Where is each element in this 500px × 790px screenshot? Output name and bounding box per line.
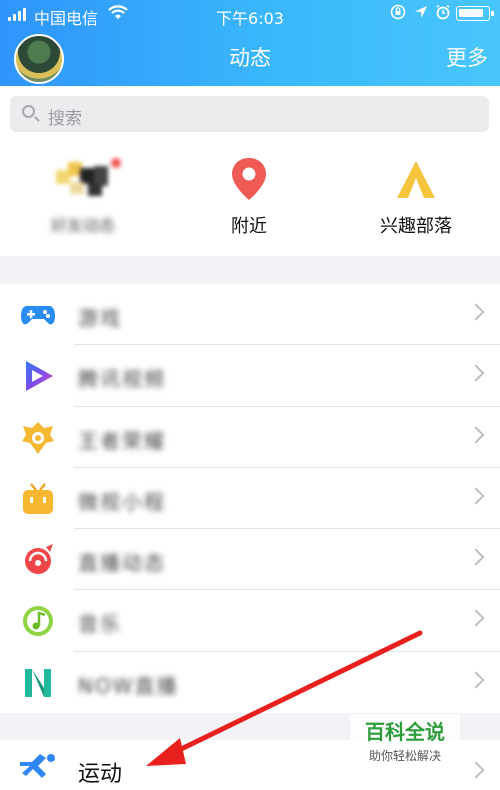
search-area: 搜索 [0, 86, 500, 138]
quick-action-friends[interactable]: 好友动态 [0, 138, 166, 256]
list-item-label: 音乐 [78, 612, 122, 637]
rotation-lock-icon [390, 4, 406, 24]
alarm-icon [435, 4, 451, 24]
top-header: 中国电信 下午6:03 动态 更多 [0, 0, 500, 86]
more-button[interactable]: 更多 [446, 42, 488, 72]
watermark: 百科全说 助你轻松解决 [350, 714, 460, 763]
list-item-label: 微视小程 [78, 489, 166, 514]
list-item-label: 游戏 [78, 306, 122, 330]
status-bar: 中国电信 下午6:03 [0, 0, 500, 28]
list-item-honor[interactable]: 王者荣耀 [0, 407, 500, 469]
music-note-icon [23, 606, 53, 637]
list-item-label: 直播动态 [78, 551, 166, 576]
list-item-now[interactable]: NOW直播 [0, 652, 500, 713]
chevron-right-icon [467, 303, 485, 321]
list-item-tv[interactable]: 微视小程 [0, 468, 500, 530]
tent-icon [397, 161, 435, 198]
runner-icon [20, 754, 55, 778]
chevron-right-icon [467, 487, 485, 505]
sport-label: 运动 [78, 762, 123, 787]
now-logo-icon [25, 668, 51, 697]
list-item-games[interactable]: 游戏 [0, 284, 500, 346]
quick-actions: 好友动态 附近 兴趣部落 [0, 138, 500, 256]
list-item-music[interactable]: 音乐 [0, 590, 500, 653]
chevron-right-icon [467, 671, 485, 689]
gamepad-icon [21, 306, 55, 325]
quick-action-label: 兴趣部落 [380, 216, 452, 237]
list-item-live[interactable]: 直播动态 [0, 529, 500, 591]
tv-icon [23, 483, 53, 514]
list-item-video[interactable]: 腾讯视频 [0, 345, 500, 407]
crown-badge-icon [22, 421, 54, 454]
video-play-icon [26, 361, 53, 392]
chevron-right-icon [467, 364, 485, 382]
broadcast-icon [25, 544, 53, 575]
chevron-right-icon [467, 426, 485, 444]
watermark-subtitle: 助你轻松解决 [368, 749, 441, 763]
friends-avatar-icon [56, 158, 121, 196]
search-icon [22, 105, 35, 118]
quick-action-interest-tribe[interactable]: 兴趣部落 [333, 138, 499, 256]
list-item-label: NOW直播 [78, 673, 179, 698]
chevron-right-icon [467, 548, 485, 566]
quick-action-nearby[interactable]: 附近 [166, 138, 332, 256]
watermark-title: 百科全说 [365, 720, 445, 744]
section-divider [0, 256, 500, 284]
location-arrow-icon [413, 4, 429, 24]
list-item-label: 王者荣耀 [78, 428, 166, 453]
search-placeholder: 搜索 [48, 109, 82, 129]
page-title: 动态 [229, 46, 271, 70]
search-input[interactable]: 搜索 [10, 96, 489, 132]
quick-action-label: 附近 [231, 216, 267, 237]
chevron-right-icon [467, 609, 485, 627]
list-item-label: 腾讯视频 [78, 367, 166, 392]
chevron-right-icon [467, 761, 485, 779]
battery-icon [456, 6, 494, 21]
quick-action-label: 好友动态 [50, 216, 115, 235]
location-pin-icon [232, 158, 266, 200]
feature-list: 游戏 腾讯视频 王者荣耀 微视小程 直播动态 音乐 NOW直播 [0, 284, 500, 714]
